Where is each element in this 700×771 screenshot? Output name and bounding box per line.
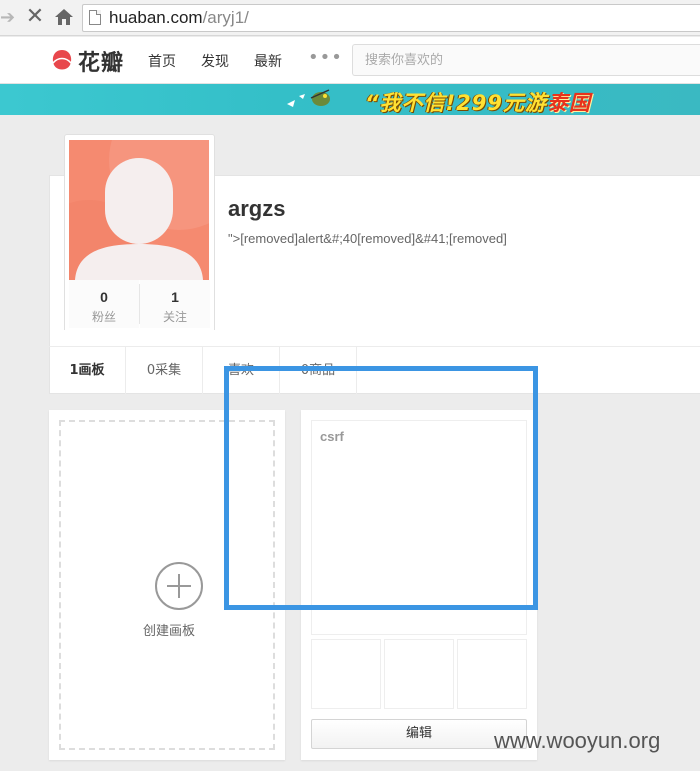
user-bio: ">[removed]alert&#;40[removed]&#41;[remo… (228, 231, 507, 246)
banner-bird-icon (285, 84, 335, 115)
following-stat[interactable]: 1 关注 (140, 280, 210, 328)
add-icon[interactable] (155, 562, 203, 610)
logo-text[interactable]: 花瓣 (78, 45, 124, 77)
home-icon[interactable] (54, 7, 74, 27)
search-input[interactable] (353, 45, 700, 75)
nav-latest[interactable]: 最新 (254, 51, 282, 71)
url-text[interactable]: huaban.com/aryj1/ (109, 8, 249, 28)
following-label: 关注 (162, 310, 187, 324)
search-box (352, 44, 700, 76)
followers-label: 粉丝 (91, 310, 116, 324)
tab-pins[interactable]: 0采集 (126, 347, 203, 395)
more-menu-icon[interactable]: ••• (308, 47, 343, 68)
following-count: 1 (171, 289, 179, 305)
stop-loading-icon[interactable]: ✕ (24, 5, 46, 29)
address-bar[interactable]: huaban.com/aryj1/ (82, 4, 700, 32)
board-thumbnail[interactable] (384, 639, 454, 709)
annotation-highlight-box (224, 366, 538, 610)
page-icon (89, 10, 101, 25)
avatar[interactable] (69, 140, 209, 280)
browser-toolbar: ➔ ✕ huaban.com/aryj1/ (0, 0, 700, 36)
ad-banner[interactable]: “我不信!299元游泰国 (0, 84, 700, 115)
board-thumbnail[interactable] (311, 639, 381, 709)
followers-stat[interactable]: 0 粉丝 (69, 280, 139, 328)
followers-count: 0 (100, 289, 108, 305)
forward-arrow-icon[interactable]: ➔ (0, 8, 15, 28)
banner-text: “我不信!299元游泰国 (365, 91, 591, 115)
create-board-label[interactable]: 创建画板 (61, 620, 277, 639)
nav-home[interactable]: 首页 (148, 51, 176, 71)
site-header: 花瓣 首页 发现 最新 ••• (0, 37, 700, 84)
huaban-logo-icon[interactable] (50, 48, 74, 72)
username: argzs (228, 196, 286, 221)
nav-discover[interactable]: 发现 (201, 51, 229, 71)
tab-boards[interactable]: 1画板 (49, 347, 126, 395)
board-thumbnail[interactable] (457, 639, 527, 709)
watermark: www.wooyun.org (494, 728, 661, 753)
